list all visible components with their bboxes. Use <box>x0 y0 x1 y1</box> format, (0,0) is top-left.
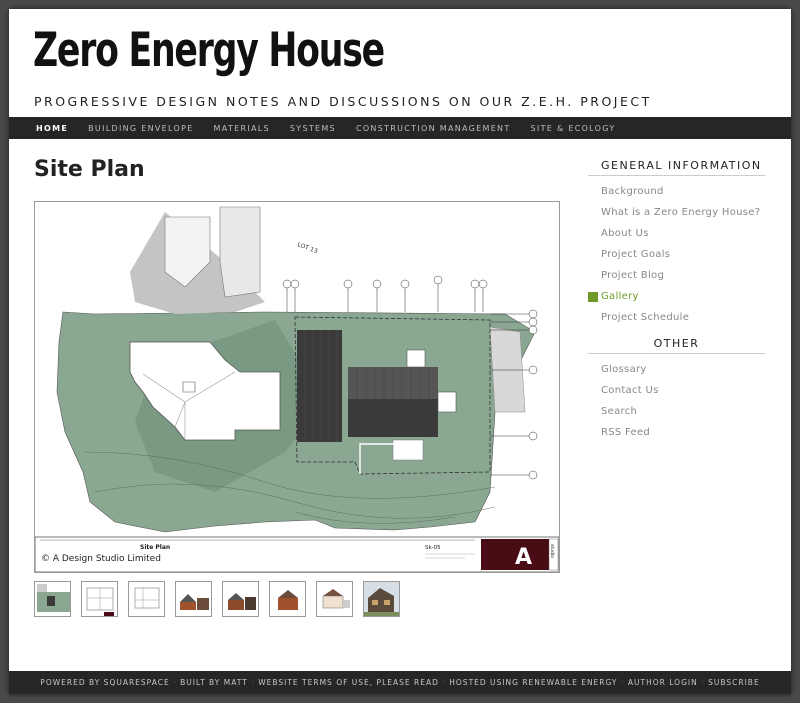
sidebar-link-project-schedule[interactable]: Project Schedule <box>588 310 765 331</box>
sidebar-link-search[interactable]: Search <box>588 404 765 425</box>
roof-left <box>297 330 342 442</box>
sidebar-link-about-us[interactable]: About Us <box>588 226 765 247</box>
footer-separator: · <box>442 678 446 687</box>
drawing-caption-title: Site Plan <box>140 544 170 551</box>
site-tagline: PROGRESSIVE DESIGN NOTES AND DISCUSSIONS… <box>34 94 652 109</box>
nav-item-site-ecology[interactable]: SITE & ECOLOGY <box>531 124 616 133</box>
sidebar-link-project-goals[interactable]: Project Goals <box>588 247 765 268</box>
footer-link-hosting[interactable]: HOSTED USING RENEWABLE ENERGY <box>449 678 617 687</box>
thumbnail-floor-plan-2[interactable] <box>128 581 165 617</box>
sidebar-link-rss-feed[interactable]: RSS Feed <box>588 425 765 446</box>
lot-label: LOT 13 <box>296 241 318 255</box>
thumbnail-render[interactable] <box>363 581 400 617</box>
footer-link-subscribe[interactable]: SUBSCRIBE <box>708 678 760 687</box>
site-plan-image[interactable]: Site Plan © A Design Studio Limited Sk-0… <box>34 201 560 573</box>
site-title[interactable]: Zero Energy House <box>33 23 385 78</box>
sidebar-link-contact-us[interactable]: Contact Us <box>588 383 765 404</box>
nav-item-home[interactable]: HOME <box>36 124 68 133</box>
drawing-copyright: © A Design Studio Limited <box>41 554 161 564</box>
sidebar-link-glossary[interactable]: Glossary <box>588 362 765 383</box>
sidebar: GENERAL INFORMATION Background What is a… <box>588 159 765 446</box>
thumbnail-floor-plan-1[interactable] <box>81 581 118 617</box>
gallery-thumbnails <box>34 581 400 617</box>
thumbnail-site-plan[interactable] <box>34 581 71 617</box>
footer-link-author-login[interactable]: AUTHOR LOGIN <box>628 678 698 687</box>
footer: POWERED BY SQUARESPACE · BUILT BY MATT ·… <box>9 671 791 694</box>
nav-item-systems[interactable]: SYSTEMS <box>290 124 336 133</box>
grid-markers-top <box>282 275 488 312</box>
thumbnail-elevation-3[interactable] <box>269 581 306 617</box>
sheet-number: Sk-05 <box>425 545 441 551</box>
sidebar-link-gallery[interactable]: Gallery <box>588 289 765 310</box>
logo-letter: A <box>515 545 532 570</box>
page: Zero Energy House PROGRESSIVE DESIGN NOT… <box>9 9 791 694</box>
footer-link-terms[interactable]: WEBSITE TERMS OF USE, PLEASE READ <box>258 678 439 687</box>
nav-item-construction-management[interactable]: CONSTRUCTION MANAGEMENT <box>356 124 511 133</box>
footer-link-squarespace[interactable]: POWERED BY SQUARESPACE <box>40 678 169 687</box>
thumbnail-elevation-1[interactable] <box>175 581 212 617</box>
sidebar-link-what-is-zeh[interactable]: What is a Zero Energy House? <box>588 205 765 226</box>
footer-separator: · <box>173 678 177 687</box>
main-nav: HOME BUILDING ENVELOPE MATERIALS SYSTEMS… <box>9 117 791 139</box>
nav-item-building-envelope[interactable]: BUILDING ENVELOPE <box>88 124 193 133</box>
site-plan-drawing: Site Plan © A Design Studio Limited Sk-0… <box>35 206 559 572</box>
sidebar-link-project-blog[interactable]: Project Blog <box>588 268 765 289</box>
logo-word: studio <box>549 544 555 558</box>
sidebar-link-background[interactable]: Background <box>588 184 765 205</box>
footer-separator: · <box>251 678 255 687</box>
footer-separator: · <box>701 678 705 687</box>
nav-item-materials[interactable]: MATERIALS <box>214 124 270 133</box>
page-title: Site Plan <box>34 157 145 182</box>
sidebar-heading-general: GENERAL INFORMATION <box>588 159 765 176</box>
footer-separator: · <box>621 678 624 687</box>
sidebar-heading-other: OTHER <box>588 337 765 354</box>
thumbnail-section[interactable] <box>316 581 353 617</box>
thumbnail-elevation-2[interactable] <box>222 581 259 617</box>
footer-link-built-by[interactable]: BUILT BY MATT <box>180 678 248 687</box>
